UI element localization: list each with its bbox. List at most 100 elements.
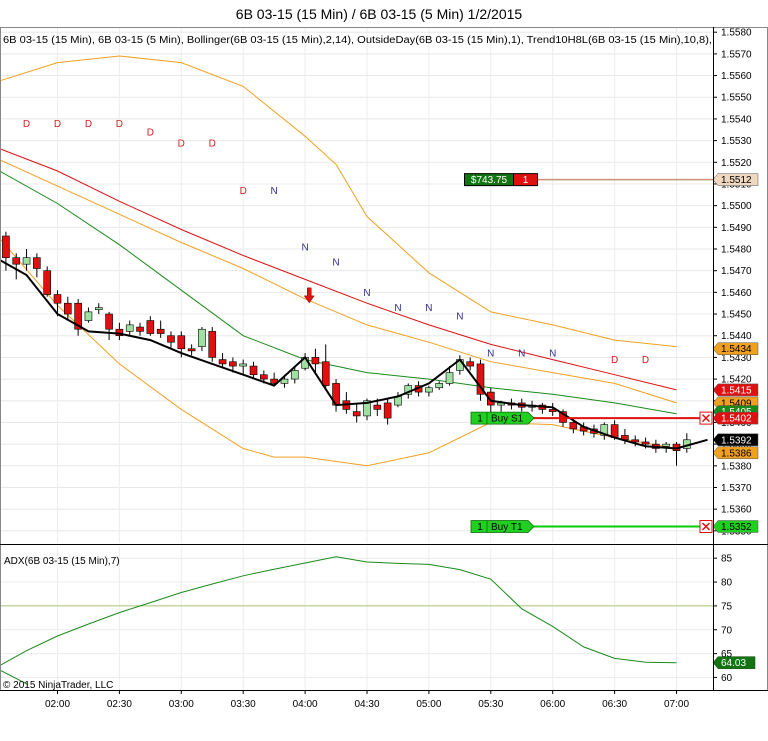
candle-body [125,324,134,332]
candle-body [229,361,237,367]
time-tick-label: 04:00 [293,699,318,710]
candle-body [94,307,103,311]
candle-body [239,363,247,367]
price-tick-label: 1.5370 [721,483,752,494]
candle-body [610,424,619,438]
candle-body [12,257,21,265]
price-tick-label: 1.5580 [721,28,752,39]
candle-down[interactable] [208,327,217,362]
price-tag: 1.5392 [712,433,759,446]
price-tag-text: 1.5434 [721,344,752,355]
candle-body [352,411,361,417]
marker-n: N [487,349,494,360]
chart-title: 6B 03-15 (15 Min) / 6B 03-15 (5 Min) 1/2… [236,6,523,22]
buy-s1-price-tag-text: 1.5402 [721,414,752,425]
buy-s1-label: Buy S1 [491,414,524,425]
buy-t1-order[interactable]: 1 Buy T1 [470,520,535,534]
adx-tick-label: 85 [721,554,733,565]
candle-body [33,257,41,269]
candle-body [466,361,474,367]
candle-body [53,294,62,304]
price-tag-text: 1.5392 [721,435,752,446]
time-tick-label: 02:30 [107,699,132,710]
price-tick-label: 1.5480 [721,245,752,256]
price-tag: 1.5415 [712,383,759,396]
candle-body [445,372,454,384]
marker-n: N [301,242,308,253]
chart-background [0,0,768,736]
price-tick-label: 1.5490 [721,223,752,234]
time-tick-label: 05:30 [478,699,503,710]
candle-body [208,331,217,358]
candle-body [177,335,186,350]
price-tick-label: 1.5560 [721,71,752,82]
price-tick-label: 1.5460 [721,288,752,299]
candle-body [641,441,650,445]
marker-d: D [611,355,618,366]
candle-body [187,348,196,352]
adx-tick-label: 80 [721,578,733,589]
price-tick-label: 1.5500 [721,201,752,212]
time-tick-label: 06:30 [602,699,627,710]
buy-s1-price-tag: 1.5402 [712,411,759,425]
position-price-tag: 1.5512 [712,173,759,186]
candle-down[interactable] [43,266,51,297]
marker-n: N [518,349,525,360]
candle-body [64,302,72,315]
price-tick-label: 1.5450 [721,310,752,321]
buy-s1-close-icon[interactable] [699,411,713,425]
candle-body [105,313,113,330]
marker-d: D [240,186,247,197]
price-tag: 1.5386 [712,446,759,459]
buy-t1-close-icon[interactable] [699,520,713,534]
marker-d: D [54,119,61,130]
marker-d: D [116,119,123,130]
marker-d: D [642,355,649,366]
candle-body [383,402,392,419]
marker-d: D [147,127,154,138]
adx-tick-label: 70 [721,625,733,636]
chart-window: 6B 03-15 (15 Min) / 6B 03-15 (5 Min) 1/2… [0,0,768,736]
price-tick-label: 1.5550 [721,93,752,104]
price-tick-label: 1.5520 [721,158,752,169]
time-tick-label: 02:00 [45,699,70,710]
adx-label: ADX(6B 03-15 (15 Min),7) [4,556,120,567]
price-tick-label: 1.5540 [721,114,752,125]
marker-d: D [178,138,185,149]
position-pnl-value: $743.75 [471,175,508,186]
candle-body [218,359,227,365]
marker-n: N [549,349,556,360]
marker-n: N [394,303,401,314]
chart-canvas[interactable]: 6B 03-15 (15 Min) / 6B 03-15 (5 Min) 1/2… [0,0,768,736]
adx-value-text: 64.03 [721,658,746,669]
time-tick-label: 03:00 [169,699,194,710]
time-tick-label: 04:30 [354,699,379,710]
adx-value-tag: 64.03 [712,656,756,669]
candle-body [2,235,10,258]
indicator-label: 6B 03-15 (15 Min), 6B 03-15 (5 Min), Bol… [3,35,712,46]
buy-s1-order[interactable]: 1 Buy S1 [470,411,535,425]
candle-body [198,328,206,347]
copyright-text: © 2015 NinjaTrader, LLC [3,680,113,691]
candle-body [290,370,299,380]
marker-n: N [271,186,278,197]
candle-body [321,361,330,386]
price-tick-label: 1.5440 [721,331,752,342]
candle-body [311,357,320,365]
marker-n: N [425,303,432,314]
marker-n: N [363,288,370,299]
buy-t1-label: Buy T1 [491,522,523,533]
candle-body [43,270,51,295]
candle-body [425,387,433,393]
price-tick-label: 1.5530 [721,136,752,147]
candle-body [631,439,640,443]
candle-body [22,257,31,265]
price-tick-label: 1.5380 [721,461,752,472]
marker-d: D [209,138,216,149]
candle-body [167,335,175,343]
price-tick-label: 1.5470 [721,266,752,277]
time-tick-label: 06:00 [540,699,565,710]
marker-d: D [85,119,92,130]
buy-s1-qty: 1 [477,414,483,425]
candle-body [156,328,165,334]
